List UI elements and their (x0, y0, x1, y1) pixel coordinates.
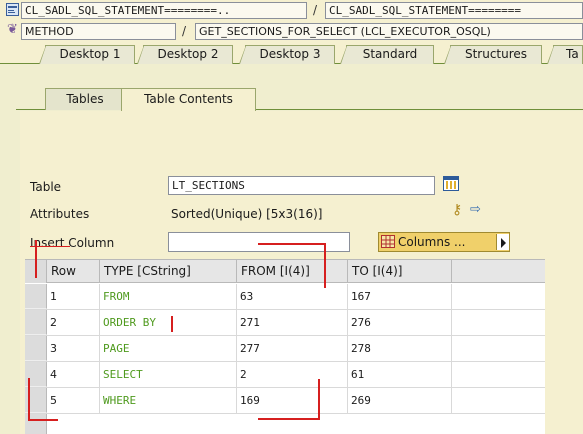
annotation-line (258, 418, 320, 420)
columns-grid-icon (381, 235, 395, 248)
cell-row[interactable]: 5 (47, 388, 100, 413)
annotation-line (28, 419, 58, 421)
insert-column-label: Insert Column (30, 236, 115, 250)
tab-desktop-1[interactable]: Desktop 1 (39, 45, 135, 64)
table-row[interactable]: 1 FROM 63 167 (25, 284, 545, 310)
dropdown-arrow-icon (501, 238, 506, 248)
class-name-field[interactable]: CL_SADL_SQL_STATEMENT======== (325, 2, 583, 19)
desktop-tab-strip: Desktop 1 Desktop 2 Desktop 3 Standard S… (0, 42, 583, 64)
cell-type[interactable]: PAGE (100, 336, 237, 361)
cell-row[interactable]: 1 (47, 284, 100, 309)
cell-to[interactable]: 276 (348, 310, 452, 335)
cell-type[interactable]: FROM (100, 284, 237, 309)
attributes-label: Attributes (30, 207, 90, 221)
cell-from[interactable]: 2 (237, 362, 348, 387)
table-row[interactable]: 3 PAGE 277 278 (25, 336, 545, 362)
annotation-line (28, 378, 30, 421)
cell-from[interactable]: 271 (237, 310, 348, 335)
tab-standard[interactable]: Standard (340, 45, 434, 64)
header-row-include: CL_SADL_SQL_STATEMENT========.. / CL_SAD… (0, 0, 583, 21)
table-contents-grid: Row TYPE [CString] FROM [I(4)] TO [I(4)]… (25, 259, 545, 434)
row-selector[interactable] (25, 310, 47, 335)
annotation-line (171, 316, 173, 332)
cell-to[interactable]: 278 (348, 336, 452, 361)
separator-slash: / (313, 3, 318, 17)
key-icon[interactable]: ⚷ (452, 202, 462, 218)
cell-from[interactable]: 63 (237, 284, 348, 309)
tab-desktop-3[interactable]: Desktop 3 (239, 45, 335, 64)
separator-slash-2: / (182, 24, 187, 38)
table-row-empty (25, 414, 545, 434)
cell-from[interactable]: 277 (237, 336, 348, 361)
table-label: Table (30, 180, 62, 194)
insert-column-input[interactable] (168, 232, 350, 252)
row-selector[interactable] (25, 284, 47, 309)
cell-to[interactable]: 269 (348, 388, 452, 413)
table-row[interactable]: 5 WHERE 169 269 (25, 388, 545, 414)
tab-table-contents[interactable]: Table Contents (121, 88, 256, 111)
table-name-input[interactable]: LT_SECTIONS (168, 176, 435, 195)
annotation-line (258, 243, 326, 245)
program-icon (6, 3, 19, 16)
table-row[interactable]: 4 SELECT 2 61 (25, 362, 545, 388)
tab-desktop-2[interactable]: Desktop 2 (137, 45, 233, 64)
tab-more[interactable]: Ta (547, 45, 583, 64)
cell-to[interactable]: 61 (348, 362, 452, 387)
cell-type[interactable]: ORDER BY (100, 310, 237, 335)
inner-tab-strip: Tables Table Contents (16, 88, 583, 111)
grid-header: Row TYPE [CString] FROM [I(4)] TO [I(4)] (25, 260, 545, 283)
method-name-field[interactable]: GET_SECTIONS_FOR_SELECT (LCL_EXECUTOR_OS… (195, 23, 583, 40)
attributes-value: Sorted(Unique) [5x3(16)] (171, 207, 323, 221)
columns-dropdown[interactable] (496, 234, 509, 250)
method-icon: ❦ (7, 22, 18, 37)
tab-tables[interactable]: Tables (45, 88, 125, 110)
navigate-icon[interactable]: ⇨ (470, 202, 481, 217)
row-selector[interactable] (25, 336, 47, 361)
col-header-type[interactable]: TYPE [CString] (100, 260, 237, 283)
col-header-from[interactable]: FROM [I(4)] (237, 260, 348, 283)
cell-to[interactable]: 167 (348, 284, 452, 309)
annotation-line (318, 379, 320, 420)
header-row-method: ❦ METHOD / GET_SECTIONS_FOR_SELECT (LCL_… (0, 21, 583, 42)
table-view-icon[interactable] (443, 176, 459, 191)
columns-button-label: Columns ... (398, 235, 466, 249)
annotation-line (30, 246, 70, 247)
cell-row[interactable]: 4 (47, 362, 100, 387)
cell-type[interactable]: SELECT (100, 362, 237, 387)
col-header-to[interactable]: TO [I(4)] (348, 260, 452, 283)
object-type-field[interactable]: METHOD (21, 23, 176, 40)
columns-button[interactable]: Columns ... (378, 232, 510, 252)
cell-from[interactable]: 169 (237, 388, 348, 413)
cell-type[interactable]: WHERE (100, 388, 237, 413)
include-name-field[interactable]: CL_SADL_SQL_STATEMENT========.. (21, 2, 307, 19)
col-header-row[interactable]: Row (47, 260, 100, 283)
cell-row[interactable]: 3 (47, 336, 100, 361)
table-row[interactable]: 2 ORDER BY 271 276 (25, 310, 545, 336)
tab-structures[interactable]: Structures (444, 45, 542, 64)
annotation-line (324, 243, 326, 288)
cell-row[interactable]: 2 (47, 310, 100, 335)
